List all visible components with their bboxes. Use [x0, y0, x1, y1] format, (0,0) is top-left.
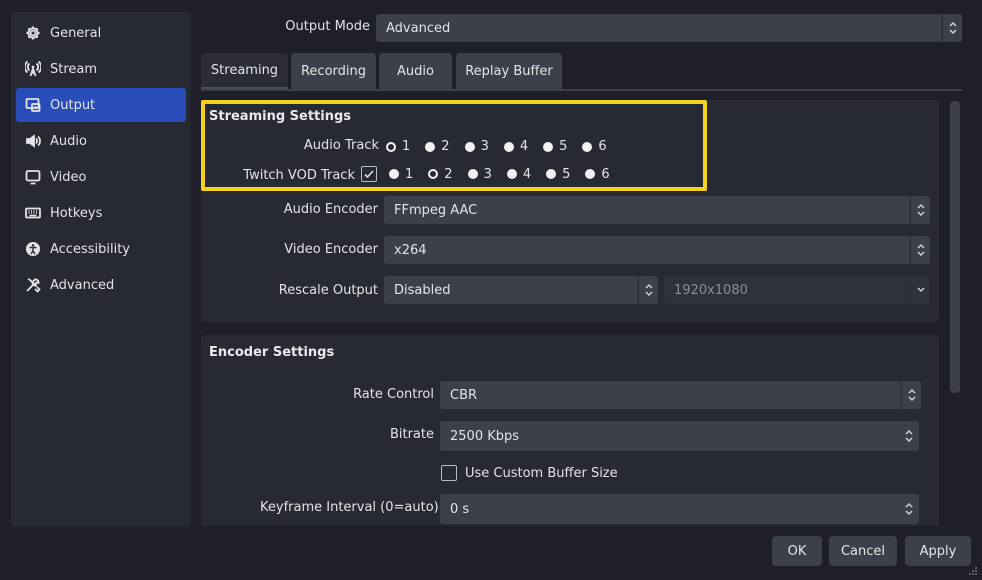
custom-buffer-label: Use Custom Buffer Size: [465, 465, 618, 481]
gear-icon: [24, 24, 42, 42]
audio-encoder-label: Audio Encoder: [283, 202, 378, 217]
tab-audio[interactable]: Audio: [379, 53, 452, 89]
keyframe-interval-label: Keyframe Interval (0=auto): [260, 500, 439, 515]
tab-label: Audio: [397, 63, 434, 79]
sidebar-item-label: Audio: [50, 133, 87, 149]
tab-label: Replay Buffer: [465, 63, 553, 79]
tab-streaming[interactable]: Streaming: [201, 53, 288, 89]
bitrate-value: 2500 Kbps: [450, 428, 520, 444]
tab-label: Streaming: [210, 62, 279, 78]
output-mode-select[interactable]: Advanced: [376, 14, 962, 42]
tab-replay-buffer[interactable]: Replay Buffer: [456, 53, 562, 89]
updown-arrows-icon: [942, 14, 962, 42]
rate-control-value: CBR: [450, 387, 478, 403]
tab-divider: [201, 89, 962, 91]
sidebar-item-accessibility[interactable]: Accessibility: [16, 232, 186, 266]
audio-encoder-select[interactable]: FFmpeg AAC: [384, 196, 930, 224]
sidebar-item-label: Hotkeys: [50, 205, 103, 221]
sidebar-item-hotkeys[interactable]: Hotkeys: [16, 196, 186, 230]
custom-buffer-checkbox[interactable]: [441, 465, 457, 481]
updown-arrows-icon: [901, 381, 921, 409]
rescale-output-value: Disabled: [394, 282, 451, 298]
sidebar-item-label: Stream: [50, 61, 98, 77]
scrollbar-thumb[interactable]: [950, 101, 960, 393]
bitrate-spinbox[interactable]: 2500 Kbps: [440, 421, 919, 451]
rescale-output-label: Rescale Output: [278, 283, 378, 298]
accessibility-icon: [24, 240, 42, 258]
monitor-icon: [24, 168, 42, 186]
video-encoder-label: Video Encoder: [284, 242, 378, 257]
video-encoder-select[interactable]: x264: [384, 236, 930, 264]
bitrate-label: Bitrate: [389, 427, 434, 442]
rate-control-label: Rate Control: [353, 387, 434, 402]
video-encoder-value: x264: [394, 242, 427, 258]
updown-arrows-icon: [910, 196, 930, 224]
sidebar-item-label: General: [50, 25, 102, 41]
chevron-down-icon: [910, 276, 930, 304]
custom-buffer-option[interactable]: Use Custom Buffer Size: [441, 465, 618, 481]
keyframe-interval-value: 0 s: [450, 501, 470, 517]
encoder-settings-title: Encoder Settings: [209, 345, 335, 360]
rescale-output-select[interactable]: Disabled: [384, 276, 658, 304]
sidebar-item-general[interactable]: General: [16, 16, 186, 50]
sidebar-item-stream[interactable]: Stream: [16, 52, 186, 86]
sidebar-item-label: Video: [50, 169, 87, 185]
settings-sidebar: General Stream Output Audio Video Hotkey…: [11, 12, 191, 527]
rescale-resolution-value: 1920x1080: [674, 282, 748, 298]
speaker-icon: [24, 132, 42, 150]
keyboard-icon: [24, 204, 42, 222]
output-icon: [24, 96, 42, 114]
updown-arrows-icon: [910, 236, 930, 264]
tab-recording[interactable]: Recording: [291, 53, 376, 89]
sidebar-item-label: Output: [50, 97, 96, 113]
tab-label: Recording: [300, 63, 367, 79]
spin-arrows-icon[interactable]: [899, 494, 919, 524]
apply-button[interactable]: Apply: [905, 536, 971, 566]
antenna-icon: [24, 60, 42, 78]
output-mode-value: Advanced: [386, 20, 451, 36]
sidebar-item-video[interactable]: Video: [16, 160, 186, 194]
tools-icon: [24, 276, 42, 294]
sidebar-item-label: Accessibility: [50, 241, 130, 257]
rate-control-select[interactable]: CBR: [440, 381, 921, 409]
ok-button[interactable]: OK: [772, 536, 822, 566]
cancel-button[interactable]: Cancel: [829, 536, 897, 566]
sidebar-item-label: Advanced: [50, 277, 115, 293]
keyframe-interval-spinbox[interactable]: 0 s: [440, 494, 919, 524]
audio-encoder-value: FFmpeg AAC: [394, 202, 478, 218]
rescale-resolution-select: 1920x1080: [664, 276, 930, 304]
sidebar-item-output[interactable]: Output: [16, 88, 186, 122]
spin-arrows-icon[interactable]: [899, 421, 919, 451]
resize-grip-icon[interactable]: [968, 566, 978, 576]
highlight-annotation-box: [201, 100, 707, 191]
updown-arrows-icon: [638, 276, 658, 304]
sidebar-item-advanced[interactable]: Advanced: [16, 268, 186, 302]
output-mode-label: Output Mode: [285, 19, 370, 34]
sidebar-item-audio[interactable]: Audio: [16, 124, 186, 158]
